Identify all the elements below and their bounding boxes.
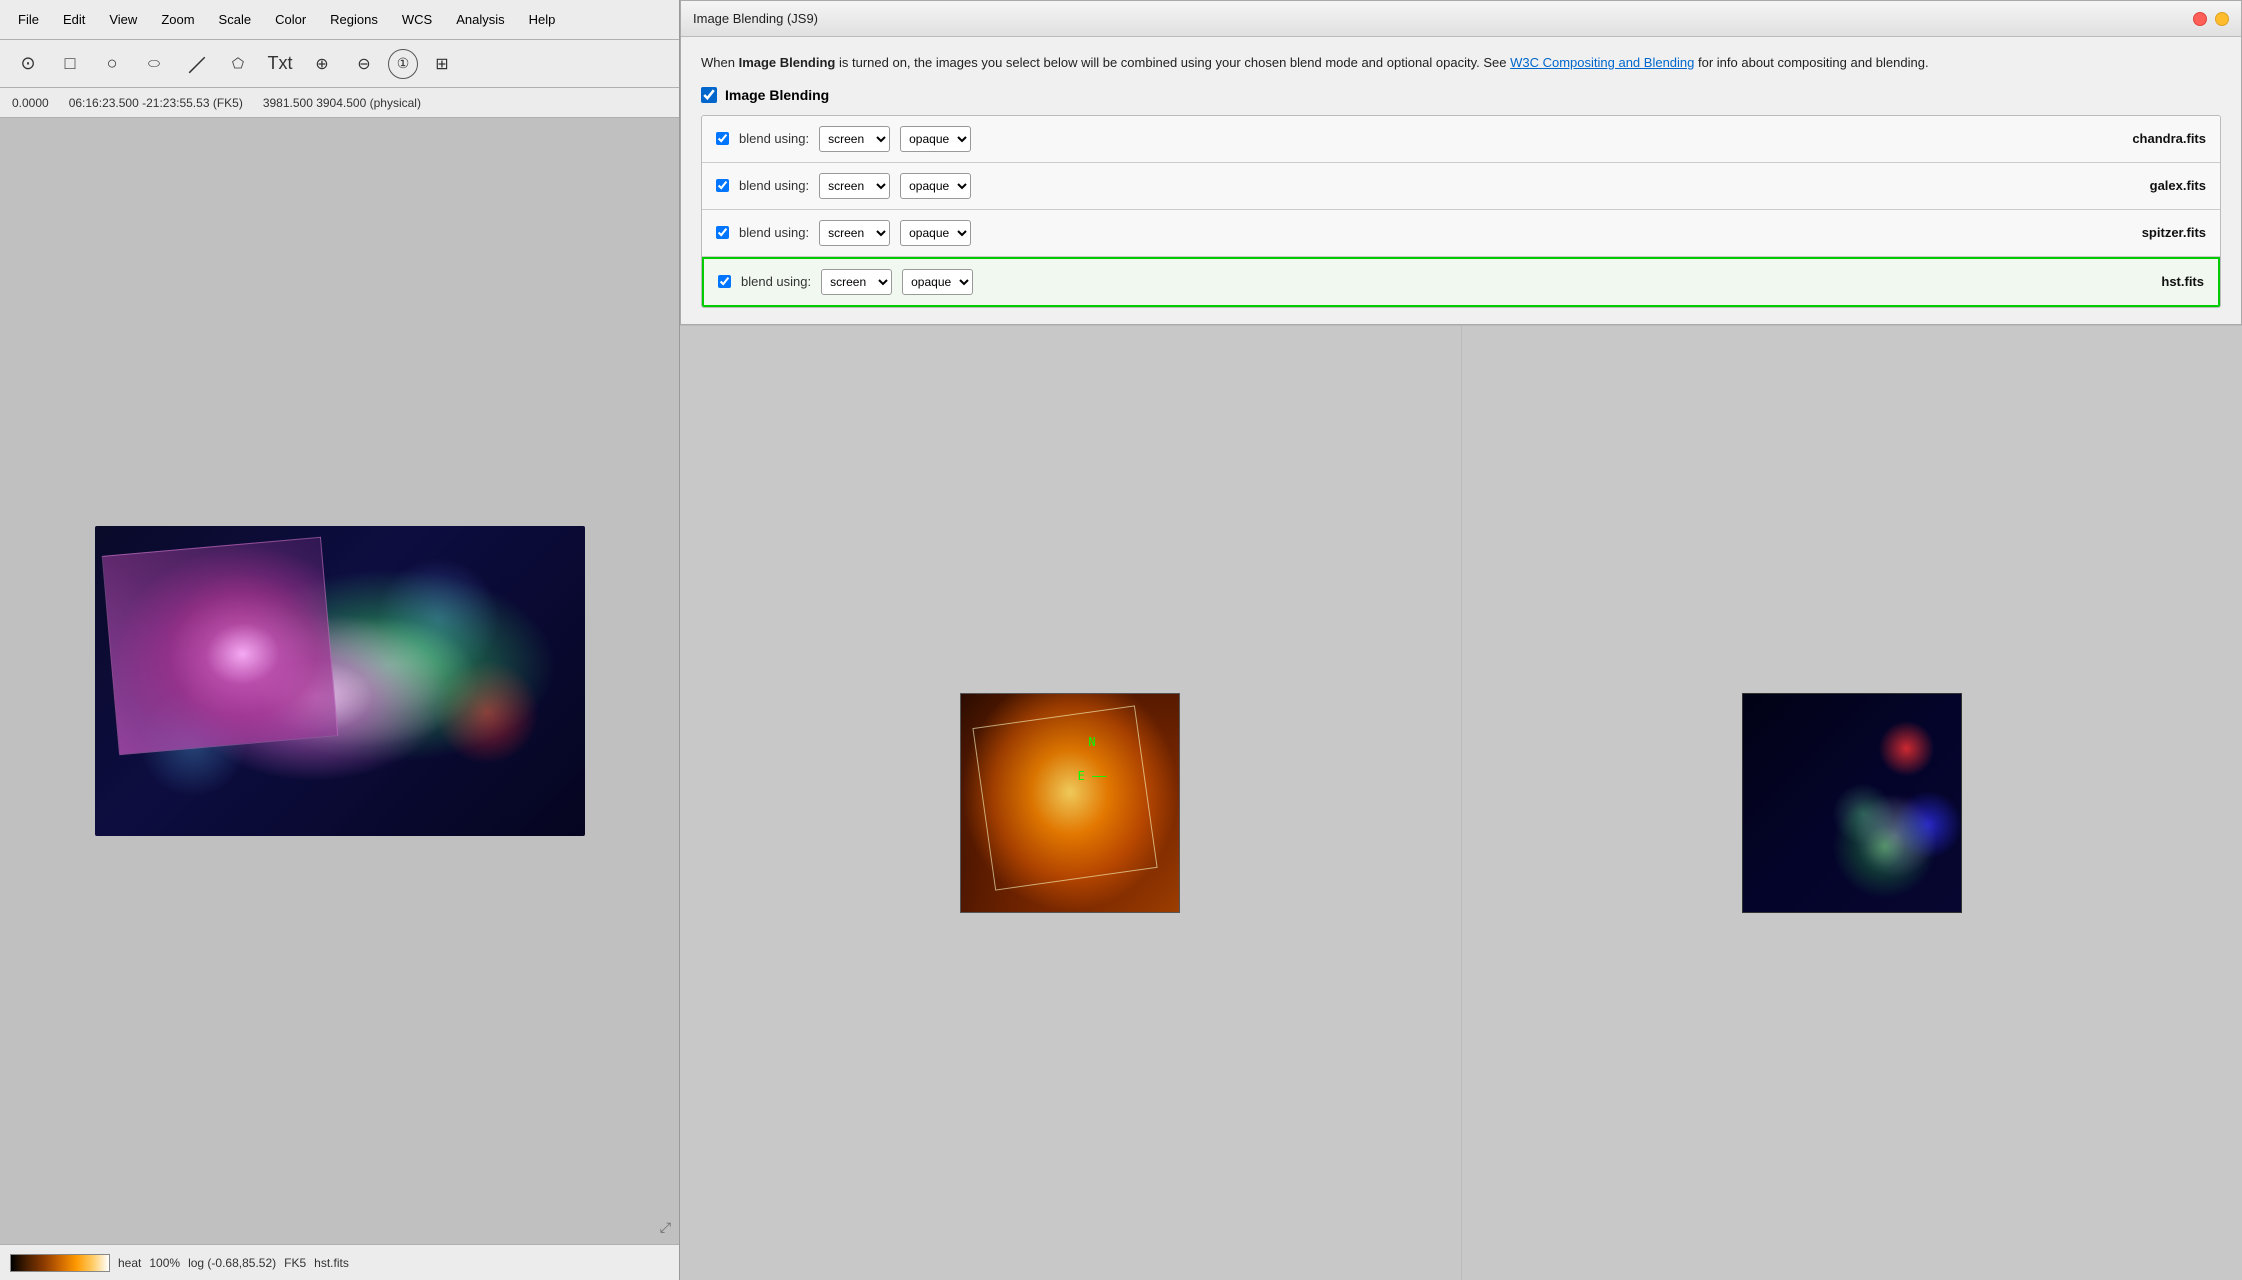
dialog-content: When Image Blending is turned on, the im… — [681, 37, 2241, 324]
blend-filename-chandra: chandra.fits — [2132, 131, 2206, 146]
blend-row-label-galex: blend using: — [739, 178, 809, 193]
thumb-container-spitzer[interactable]: N E —— — [680, 326, 1462, 1280]
main-image[interactable] — [95, 526, 585, 836]
menu-scale[interactable]: Scale — [209, 8, 262, 31]
blend-filename-spitzer: spitzer.fits — [2142, 225, 2206, 240]
minimize-button[interactable] — [2215, 12, 2229, 26]
bottom-images: N E —— — [680, 325, 2242, 1280]
blend-row-label-hst: blend using: — [741, 274, 811, 289]
coords-radec: 06:16:23.500 -21:23:55.53 (FK5) — [69, 96, 243, 110]
blend-opacity-select-galex[interactable]: opaque0.90.8 — [900, 173, 971, 199]
blend-checkbox-hst[interactable] — [718, 275, 731, 288]
blend-opacity-select-chandra[interactable]: opaque0.90.80.7 — [900, 126, 971, 152]
window-controls — [2193, 12, 2229, 26]
menu-help[interactable]: Help — [519, 8, 566, 31]
menu-analysis[interactable]: Analysis — [446, 8, 514, 31]
coords-physical: 3981.500 3904.500 (physical) — [263, 96, 421, 110]
close-button[interactable] — [2193, 12, 2207, 26]
menu-color[interactable]: Color — [265, 8, 316, 31]
menu-file[interactable]: File — [8, 8, 49, 31]
resize-handle[interactable]: ⤢ — [660, 1219, 671, 1236]
status-filename: hst.fits — [314, 1256, 349, 1270]
menu-zoom[interactable]: Zoom — [151, 8, 204, 31]
toolbar: ⊙ □ ○ ⬭ — ⬠ Txt ⊕ ⊖ ① ⊞ — [0, 40, 679, 88]
blend-mode-select-spitzer[interactable]: screennormalmultiply — [819, 220, 890, 246]
status-zoom: 100% — [149, 1256, 180, 1270]
menu-wcs[interactable]: WCS — [392, 8, 442, 31]
thumb-spitzer: N E —— — [960, 693, 1180, 913]
blend-filename-galex: galex.fits — [2150, 178, 2206, 193]
blend-row-label-spitzer: blend using: — [739, 225, 809, 240]
main-blend-checkbox-row: Image Blending — [701, 87, 2221, 103]
blend-checkbox-spitzer[interactable] — [716, 226, 729, 239]
blend-filename-hst: hst.fits — [2161, 274, 2204, 289]
tool-zoom-in[interactable]: ⊕ — [304, 46, 340, 82]
tool-polygon[interactable]: ⬠ — [220, 46, 256, 82]
dialog-titlebar: Image Blending (JS9) — [681, 1, 2241, 37]
spitzer-outline — [972, 705, 1157, 890]
tool-line[interactable]: — — [171, 38, 222, 89]
dialog-window: Image Blending (JS9) When Image Blending… — [680, 0, 2242, 325]
main-blend-label: Image Blending — [725, 87, 829, 103]
menu-regions[interactable]: Regions — [320, 8, 388, 31]
thumb-container-galex[interactable] — [1462, 326, 2242, 1280]
blend-checkbox-chandra[interactable] — [716, 132, 729, 145]
blend-row-chandra: blend using: screennormalmultiplyoverlay… — [702, 116, 2220, 163]
tool-circle-outline[interactable]: ○ — [94, 46, 130, 82]
blend-mode-select-hst[interactable]: screennormalmultiply — [821, 269, 892, 295]
status-wcs: FK5 — [284, 1256, 306, 1270]
tool-ellipse[interactable]: ⬭ — [136, 46, 172, 82]
coords-bar: 0.0000 06:16:23.500 -21:23:55.53 (FK5) 3… — [0, 88, 679, 118]
blend-table: blend using: screennormalmultiplyoverlay… — [701, 115, 2221, 308]
left-panel: File Edit View Zoom Scale Color Regions … — [0, 0, 680, 1280]
blend-row-label-chandra: blend using: — [739, 131, 809, 146]
menu-edit[interactable]: Edit — [53, 8, 95, 31]
blend-mode-select-galex[interactable]: screennormalmultiply — [819, 173, 890, 199]
tool-rectangle[interactable]: □ — [52, 46, 88, 82]
colormap-bar — [10, 1254, 110, 1272]
main-image-area[interactable]: ⤢ — [0, 118, 679, 1244]
dialog-title: Image Blending (JS9) — [693, 11, 818, 26]
tool-circle[interactable]: ⊙ — [10, 46, 46, 82]
thumb-galex — [1742, 693, 1962, 913]
status-colormap: heat — [118, 1256, 141, 1270]
menu-view[interactable]: View — [99, 8, 147, 31]
dialog-bold-text: Image Blending — [739, 55, 836, 70]
blend-row-hst: blend using: screennormalmultiply opaque… — [702, 257, 2220, 307]
blend-opacity-select-hst[interactable]: opaque0.90.8 — [902, 269, 973, 295]
right-panel: Image Blending (JS9) When Image Blending… — [680, 0, 2242, 1280]
status-scale: log (-0.68,85.52) — [188, 1256, 276, 1270]
dialog-description: When Image Blending is turned on, the im… — [701, 53, 2221, 73]
overlay-image — [101, 537, 338, 755]
blend-opacity-select-spitzer[interactable]: opaque0.90.8 — [900, 220, 971, 246]
tool-text[interactable]: Txt — [262, 46, 298, 82]
menu-bar: File Edit View Zoom Scale Color Regions … — [0, 0, 679, 40]
status-bar: heat 100% log (-0.68,85.52) FK5 hst.fits — [0, 1244, 679, 1280]
w3c-link[interactable]: W3C Compositing and Blending — [1510, 55, 1694, 70]
coords-value: 0.0000 — [12, 96, 49, 110]
blend-mode-select-chandra[interactable]: screennormalmultiplyoverlay — [819, 126, 890, 152]
blend-row-galex: blend using: screennormalmultiply opaque… — [702, 163, 2220, 210]
tool-pan[interactable]: ⊞ — [424, 46, 460, 82]
blend-checkbox-galex[interactable] — [716, 179, 729, 192]
tool-zoom-out[interactable]: ⊖ — [346, 46, 382, 82]
main-blend-checkbox[interactable] — [701, 87, 717, 103]
tool-region-id[interactable]: ① — [388, 49, 418, 79]
blend-row-spitzer: blend using: screennormalmultiply opaque… — [702, 210, 2220, 257]
